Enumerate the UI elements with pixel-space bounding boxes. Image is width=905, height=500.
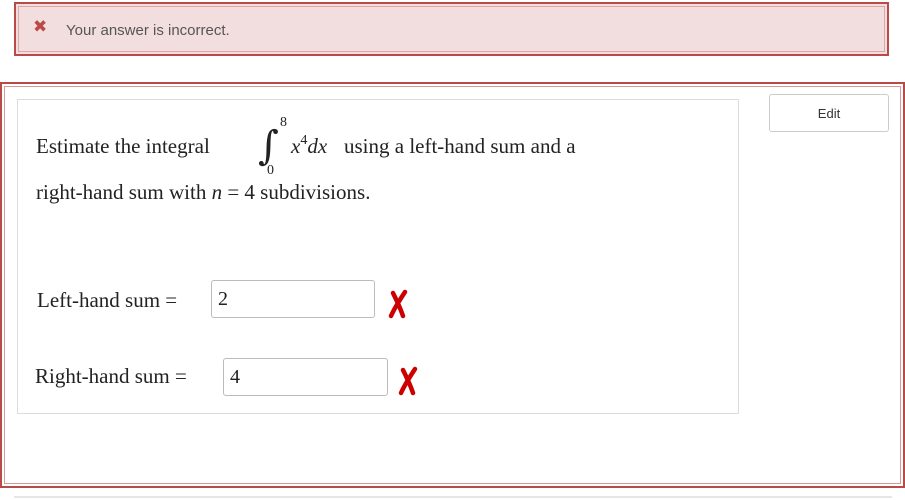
integral-upper-limit: 8: [280, 115, 287, 130]
red-x-icon: [398, 366, 418, 396]
divider: [14, 496, 892, 498]
error-alert: ✖ Your answer is incorrect.: [14, 2, 889, 56]
right-hand-sum-label: Right-hand sum =: [35, 364, 187, 388]
integrand-differential: dx: [307, 134, 328, 158]
integrand: x4dx: [291, 132, 327, 160]
right-hand-sum-input[interactable]: 4: [223, 358, 388, 396]
subdivision-variable: n: [211, 180, 223, 204]
question-line-2-start: right-hand sum with: [36, 180, 212, 204]
question-prefix: Estimate the integral: [36, 134, 210, 158]
red-x-icon: [388, 289, 408, 319]
question-line-2-end: = 4 subdivisions.: [222, 180, 371, 204]
alert-message: Your answer is incorrect.: [66, 22, 230, 39]
left-hand-sum-input[interactable]: 2: [211, 280, 375, 318]
left-hand-sum-label: Left-hand sum =: [37, 288, 178, 312]
integrand-variable: x: [291, 134, 301, 158]
edit-button[interactable]: Edit: [769, 94, 889, 132]
integral-lower-limit: 0: [267, 163, 274, 178]
question-suffix: using a left-hand sum and a: [344, 134, 576, 158]
close-icon: ✖: [33, 17, 48, 37]
question-line-2: right-hand sum with n = 4 subdivisions.: [36, 178, 370, 206]
